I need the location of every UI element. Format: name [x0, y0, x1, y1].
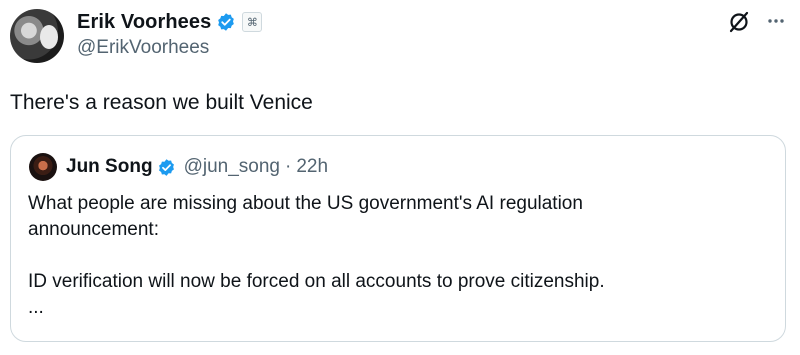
quoted-tweet-card[interactable]: Jun Song @jun_song · 22h What people are… [10, 135, 786, 342]
post-text: There's a reason we built Venice [10, 91, 313, 114]
author-name-row: Erik Voorhees ⌘ [77, 9, 263, 35]
quoted-text-line: What people are missing about the US gov… [28, 193, 583, 214]
affiliation-badge-icon[interactable]: ⌘ [242, 12, 263, 32]
verified-badge-icon[interactable] [216, 12, 236, 32]
separator-dot: · [284, 156, 292, 177]
tweet: Erik Voorhees ⌘ @ErikVoorhees There's a … [0, 0, 800, 355]
quoted-author-avatar[interactable] [29, 153, 57, 181]
grok-icon[interactable] [727, 10, 751, 34]
quoted-text: What people are missing about the US gov… [28, 191, 768, 321]
quoted-timestamp[interactable]: 22h [296, 156, 328, 178]
author-handle[interactable]: @ErikVoorhees [77, 37, 209, 59]
author-avatar[interactable] [10, 9, 64, 63]
quoted-text-line: ID verification will now be forced on al… [28, 271, 605, 292]
quoted-author-display-name[interactable]: Jun Song [66, 156, 153, 178]
more-icon[interactable] [765, 10, 787, 32]
quoted-text-truncation: ... [28, 297, 44, 318]
quoted-author-handle[interactable]: @jun_song [184, 156, 280, 178]
ellipsis-dots-icon [768, 19, 784, 23]
quoted-text-line: announcement: [28, 219, 159, 240]
verified-badge-icon[interactable] [157, 158, 176, 177]
avatar-face [40, 25, 58, 49]
author-display-name[interactable]: Erik Voorhees [77, 11, 211, 34]
quoted-author-row: Jun Song @jun_song · 22h [66, 154, 328, 180]
